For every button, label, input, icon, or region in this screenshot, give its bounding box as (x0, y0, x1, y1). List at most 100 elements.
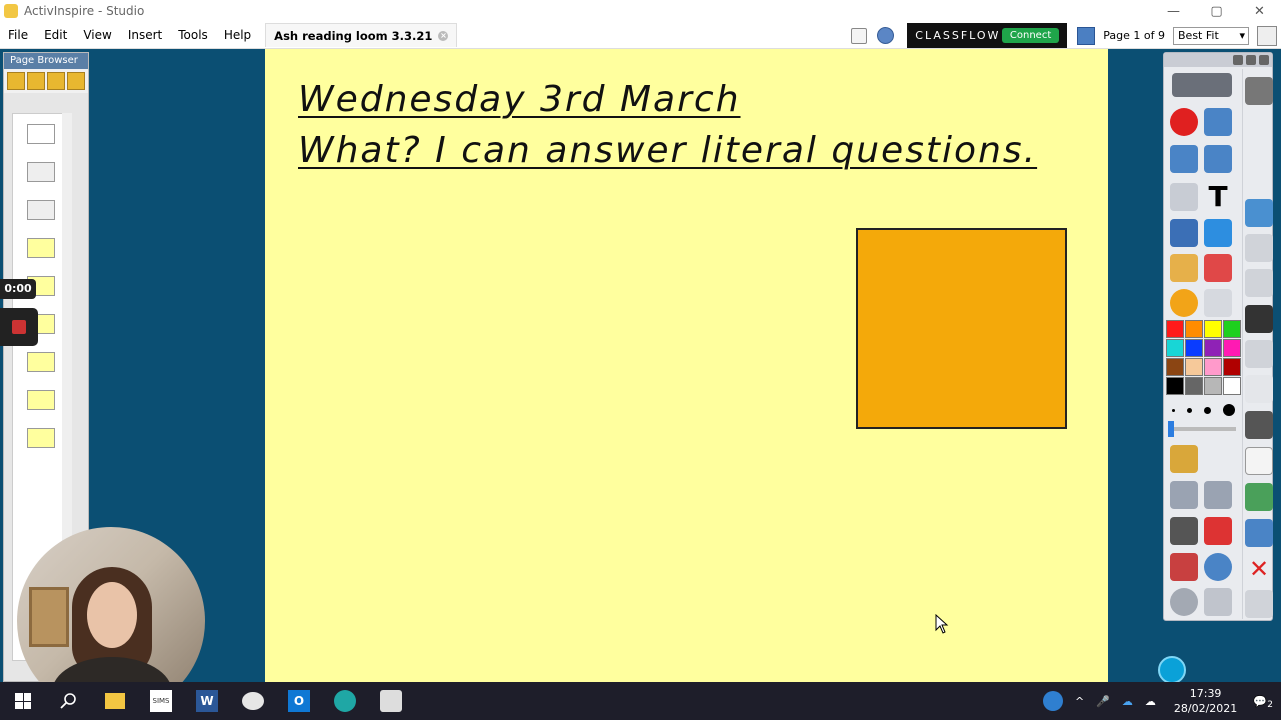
paint-button[interactable] (230, 682, 276, 720)
duplicate-icon[interactable] (1170, 553, 1198, 581)
toolbox-pin-icon[interactable] (1233, 55, 1243, 65)
menu-view[interactable]: View (75, 22, 119, 49)
toolbox-menu-icon[interactable] (1246, 55, 1256, 65)
date-heading[interactable]: Wednesday 3rd March (298, 79, 741, 120)
outlook-button[interactable]: O (276, 682, 322, 720)
onedrive-icon[interactable]: ☁ (1122, 695, 1133, 708)
screen-shade-icon[interactable] (1170, 517, 1198, 545)
eraser-icon[interactable] (1204, 254, 1232, 282)
width-preset-xlarge[interactable] (1223, 404, 1235, 416)
color-swatch[interactable] (1185, 339, 1203, 357)
dice-icon[interactable] (1204, 517, 1232, 545)
layer-icon[interactable] (1245, 269, 1273, 297)
pen-width-slider[interactable] (1168, 421, 1236, 437)
collapse-toolbox-icon[interactable] (1158, 656, 1186, 684)
fill-bucket-icon[interactable] (1170, 254, 1198, 282)
connect-button[interactable]: Connect (1001, 28, 1060, 43)
color-swatch[interactable] (1204, 320, 1222, 338)
page-thumbnail[interactable] (27, 238, 55, 258)
start-button[interactable] (0, 682, 46, 720)
undo-icon[interactable] (1170, 481, 1198, 509)
color-swatch[interactable] (1166, 358, 1184, 376)
minimize-button[interactable]: — (1152, 0, 1195, 22)
new-flipchart-icon[interactable] (1245, 199, 1273, 227)
color-swatch[interactable] (1166, 377, 1184, 395)
menu-insert[interactable]: Insert (120, 22, 170, 49)
color-swatch[interactable] (1185, 320, 1203, 338)
menu-help[interactable]: Help (216, 22, 259, 49)
slider-knob[interactable] (1168, 421, 1174, 437)
search-button[interactable] (46, 682, 92, 720)
color-swatch[interactable] (1185, 358, 1203, 376)
blank-page-icon[interactable] (1245, 447, 1273, 475)
color-swatch[interactable] (1204, 358, 1222, 376)
redo-icon[interactable] (1204, 481, 1232, 509)
resource-browser-icon[interactable] (27, 72, 45, 90)
page-thumbnail[interactable] (27, 352, 55, 372)
word-button[interactable]: W (184, 682, 230, 720)
file-explorer-button[interactable] (92, 682, 138, 720)
color-swatch[interactable] (1185, 377, 1203, 395)
color-swatch[interactable] (1166, 320, 1184, 338)
edit-icon[interactable] (1245, 305, 1273, 333)
menu-tools[interactable]: Tools (170, 22, 216, 49)
customize-toolbox-icon[interactable] (1245, 77, 1273, 105)
menu-edit[interactable]: Edit (36, 22, 75, 49)
object-browser-icon[interactable] (47, 72, 65, 90)
maximize-button[interactable]: ▢ (1195, 0, 1238, 22)
page-thumbnail[interactable] (27, 428, 55, 448)
copy-icon[interactable] (1245, 340, 1273, 368)
export-icon[interactable] (1245, 519, 1273, 547)
clip-gallery-icon[interactable] (1170, 445, 1198, 473)
color-swatch[interactable] (1204, 377, 1222, 395)
stop-recording-button[interactable] (0, 308, 38, 346)
zoom-select[interactable]: Best Fit ▾ (1173, 26, 1249, 45)
page-browser-icon[interactable] (7, 72, 25, 90)
activinspire-button[interactable] (368, 682, 414, 720)
page-thumbnail[interactable] (27, 200, 55, 220)
close-button[interactable]: ✕ (1238, 0, 1281, 22)
page-thumbnail[interactable] (27, 390, 55, 410)
clock[interactable]: 17:39 28/02/2021 (1174, 686, 1237, 716)
profile-tools-icon[interactable] (1204, 108, 1232, 136)
select-arrow-icon[interactable] (1170, 183, 1198, 211)
classflow-link-icon[interactable] (877, 27, 895, 44)
fullscreen-icon[interactable] (1257, 25, 1277, 46)
page-thumbnail[interactable] (27, 124, 55, 144)
handwriting-icon[interactable] (1204, 588, 1232, 616)
microphone-icon[interactable]: 🎤 (1096, 695, 1110, 708)
color-swatch[interactable] (1166, 339, 1184, 357)
magic-ink-icon[interactable] (1204, 553, 1232, 581)
save-icon[interactable] (1245, 411, 1273, 439)
delete-icon[interactable]: ✕ (1245, 555, 1273, 583)
sims-button[interactable]: SIMS (138, 682, 184, 720)
cloud-icon[interactable]: ☁ (1145, 695, 1156, 708)
highlighter-icon[interactable] (1204, 219, 1232, 247)
color-swatch[interactable] (1223, 320, 1241, 338)
desktop-annotate-icon[interactable] (1245, 483, 1273, 511)
edge-button[interactable] (322, 682, 368, 720)
dual-user-icon[interactable] (851, 27, 868, 44)
shape-tool-icon[interactable] (1170, 289, 1198, 317)
page-navigator-icon[interactable] (1077, 26, 1096, 45)
notification-center-icon[interactable]: 💬 2 (1253, 695, 1273, 710)
flipchart-canvas[interactable]: Wednesday 3rd March What? I can answer l… (265, 49, 1108, 682)
magnifier-icon[interactable] (1170, 588, 1198, 616)
color-swatch[interactable] (1223, 339, 1241, 357)
chevron-up-icon[interactable]: ^ (1075, 695, 1084, 708)
notes-browser-icon[interactable] (67, 72, 85, 90)
connector-icon[interactable] (1204, 289, 1232, 317)
paste-icon[interactable] (1245, 375, 1273, 403)
clipboard-icon[interactable] (1245, 590, 1273, 618)
color-swatch[interactable] (1204, 339, 1222, 357)
orange-rectangle-shape[interactable] (856, 228, 1067, 429)
menu-file[interactable]: File (0, 22, 36, 49)
group-icon[interactable] (1245, 234, 1273, 262)
main-menu-icon[interactable] (1170, 108, 1198, 136)
width-preset-medium[interactable] (1187, 407, 1192, 413)
width-preset-large[interactable] (1204, 406, 1211, 414)
width-preset-small[interactable] (1172, 408, 1175, 412)
objective-heading[interactable]: What? I can answer literal questions. (298, 130, 1037, 171)
document-tab[interactable]: Ash reading loom 3.3.21 × (265, 23, 458, 47)
close-tab-icon[interactable]: × (438, 30, 449, 41)
